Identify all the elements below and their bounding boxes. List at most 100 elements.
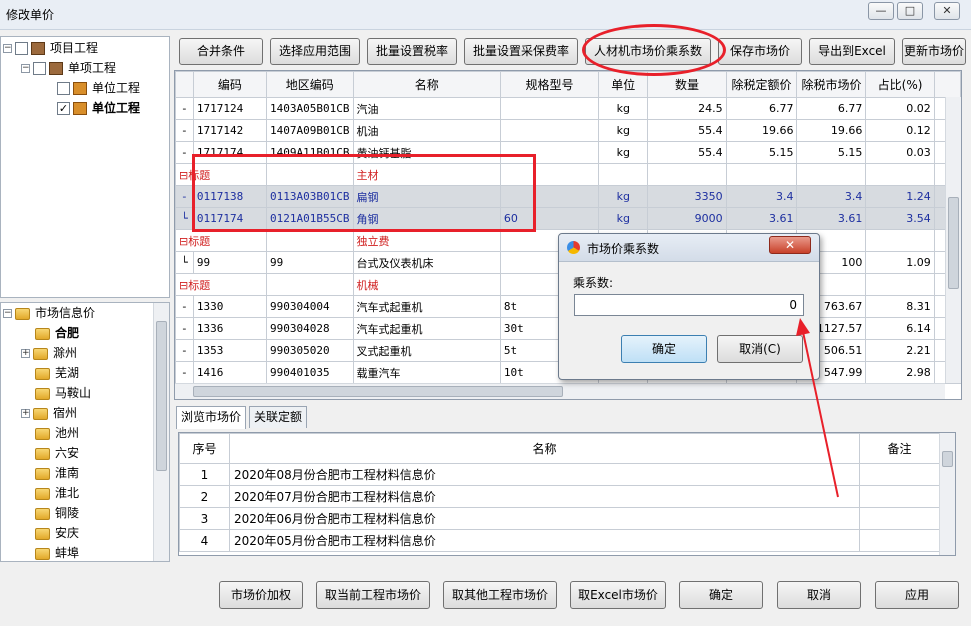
tree-node-city[interactable]: 蚌埠 xyxy=(35,543,79,563)
tree-label: 市场信息价 xyxy=(35,306,96,320)
cell-qty: 55.4 xyxy=(647,119,727,142)
cell-note xyxy=(859,507,940,530)
cell-qty: 24.5 xyxy=(647,97,727,120)
tree-node-city[interactable]: 淮北 xyxy=(35,483,79,503)
tree-node-city[interactable]: 铜陵 xyxy=(35,503,79,523)
expand-icon[interactable]: + xyxy=(21,409,30,418)
list-header[interactable]: 序号 xyxy=(179,433,230,464)
scrollbar-thumb[interactable] xyxy=(156,321,167,471)
restore-icon[interactable]: □ xyxy=(897,2,923,20)
grid-header[interactable]: 规格型号 xyxy=(499,71,600,98)
update-price-button[interactable]: 更新市场价 xyxy=(902,38,966,65)
scrollbar-thumb[interactable] xyxy=(948,197,959,289)
collapse-icon[interactable]: − xyxy=(21,64,30,73)
grid-vscrollbar[interactable] xyxy=(945,97,961,383)
folder-icon xyxy=(35,327,50,340)
cell-note xyxy=(859,529,940,552)
ok-button[interactable]: 确定 xyxy=(679,581,763,609)
cell-ratio: 0.12 xyxy=(865,119,935,142)
tree-node-city[interactable]: 马鞍山 xyxy=(35,383,91,403)
collapse-icon[interactable]: − xyxy=(3,309,12,318)
cell-region: 990305020 xyxy=(266,339,354,362)
tree-label: 马鞍山 xyxy=(55,386,92,400)
tree-node-city[interactable]: 六安 xyxy=(35,443,79,463)
tree-node-item[interactable]: − 单项工程 xyxy=(21,58,116,78)
apply-scope-button[interactable]: 选择应用范围 xyxy=(270,38,360,65)
checkbox[interactable] xyxy=(33,62,46,75)
tree-node-unit[interactable]: 单位工程 xyxy=(57,78,140,98)
grid-header[interactable]: 编码 xyxy=(192,71,268,98)
batch-purchase-button[interactable]: 批量设置采保费率 xyxy=(464,38,578,65)
tree-label: 池州 xyxy=(55,426,80,440)
list-vscrollbar[interactable] xyxy=(939,433,955,555)
cell-unit: kg xyxy=(598,185,649,208)
tree-node-city[interactable]: + 滁州 xyxy=(21,343,77,363)
cell-fixed-price: 3.4 xyxy=(725,185,798,208)
cell-name: 2020年05月份合肥市工程材料信息价 xyxy=(229,529,860,552)
checkbox[interactable] xyxy=(15,42,28,55)
dialog-ok-button[interactable]: 确定 xyxy=(621,335,707,363)
expand-icon[interactable]: + xyxy=(21,349,30,358)
list-item[interactable]: 1 2020年08月份合肥市工程材料信息价 xyxy=(179,463,940,486)
checkbox-checked[interactable]: ✓ xyxy=(57,102,70,115)
coefficient-input[interactable]: 0 xyxy=(574,294,804,316)
market-price-list: 序号 名称 备注 1 2020年08月份合肥市工程材料信息价 2 2020年07月份… xyxy=(178,432,956,556)
cell-name: 2020年08月份合肥市工程材料信息价 xyxy=(229,463,860,486)
cell-market-price: 3.61 xyxy=(796,207,867,230)
close-icon[interactable]: ✕ xyxy=(769,236,811,254)
grid-header-row: 编码 地区编码 名称 规格型号 单位 数量 除税定额价 除税市场价 占比(%) xyxy=(175,71,961,98)
tree-node-city[interactable]: 池州 xyxy=(35,423,79,443)
cell-name: 台式及仪表机床 xyxy=(352,251,501,274)
collapse-icon[interactable]: − xyxy=(3,44,12,53)
scrollbar-thumb[interactable] xyxy=(942,451,953,467)
tree-node-city[interactable]: 芜湖 xyxy=(35,363,79,383)
apply-button[interactable]: 应用 xyxy=(875,581,959,609)
cell-fixed-price: 3.61 xyxy=(725,207,798,230)
tree-node-city[interactable]: 合肥 xyxy=(35,323,79,343)
table-row[interactable]: -1717124 1403A05B01CB 汽油 kg 24.5 6.77 6.77 0.02 xyxy=(175,97,961,120)
list-item[interactable]: 4 2020年05月份合肥市工程材料信息价 xyxy=(179,529,940,552)
tree-label: 合肥 xyxy=(55,326,80,340)
batch-tax-button[interactable]: 批量设置税率 xyxy=(367,38,457,65)
cell-unit: kg xyxy=(598,97,649,120)
dialog-cancel-button[interactable]: 取消(C) xyxy=(717,335,803,363)
tree-node-unit-selected[interactable]: ✓ 单位工程 xyxy=(57,98,140,118)
other-project-price-button[interactable]: 取其他工程市场价 xyxy=(443,581,557,609)
tree-scrollbar[interactable] xyxy=(153,303,169,561)
folder-icon xyxy=(35,527,50,540)
checkbox[interactable] xyxy=(57,82,70,95)
current-project-price-button[interactable]: 取当前工程市场价 xyxy=(316,581,430,609)
market-info-tree: − 市场信息价 合肥 + 滁州 芜湖 马鞍山 + 宿州 池州 六安 淮南 淮北 铜陵 … xyxy=(0,302,170,562)
grid-header[interactable]: 地区编码 xyxy=(266,71,354,98)
excel-price-button[interactable]: 取Excel市场价 xyxy=(570,581,666,609)
close-icon[interactable]: ✕ xyxy=(934,2,960,20)
tree-node-root[interactable]: − 市场信息价 xyxy=(3,303,95,323)
tree-node-project[interactable]: − 项目工程 xyxy=(3,38,98,58)
tab-browse-market-price[interactable]: 浏览市场价 xyxy=(176,406,247,429)
list-item[interactable]: 3 2020年06月份合肥市工程材料信息价 xyxy=(179,507,940,530)
tree-node-city[interactable]: + 宿州 xyxy=(21,403,77,423)
save-price-button[interactable]: 保存市场价 xyxy=(718,38,802,65)
group-title: ⊟标题 xyxy=(175,229,268,252)
table-row[interactable]: -1717142 1407A09B01CB 机油 kg 55.4 19.66 19.66 0.… xyxy=(175,119,961,142)
minimize-icon[interactable]: — xyxy=(868,2,894,20)
grid-header[interactable]: 名称 xyxy=(352,71,501,98)
cancel-button[interactable]: 取消 xyxy=(777,581,861,609)
export-excel-button[interactable]: 导出到Excel xyxy=(809,38,895,65)
weighted-price-button[interactable]: 市场价加权 xyxy=(219,581,303,609)
grid-hscrollbar[interactable] xyxy=(175,383,945,399)
tab-linked-quota[interactable]: 关联定额 xyxy=(249,406,308,428)
cell-name: 汽油 xyxy=(352,97,501,120)
cell-code: 1416 xyxy=(192,361,268,384)
grid-header[interactable]: 除税定额价 xyxy=(725,71,798,98)
group-title: ⊟标题 xyxy=(175,273,268,296)
scrollbar-thumb[interactable] xyxy=(193,386,563,397)
grid-header[interactable]: 占比(%) xyxy=(865,71,935,98)
tree-node-city[interactable]: 安庆 xyxy=(35,523,79,543)
grid-header[interactable]: 除税市场价 xyxy=(796,71,867,98)
list-item[interactable]: 2 2020年07月份合肥市工程材料信息价 xyxy=(179,485,940,508)
merge-button[interactable]: 合并条件 xyxy=(179,38,263,65)
list-header[interactable]: 备注 xyxy=(859,433,940,464)
tree-node-city[interactable]: 淮南 xyxy=(35,463,79,483)
list-header[interactable]: 名称 xyxy=(229,433,860,464)
